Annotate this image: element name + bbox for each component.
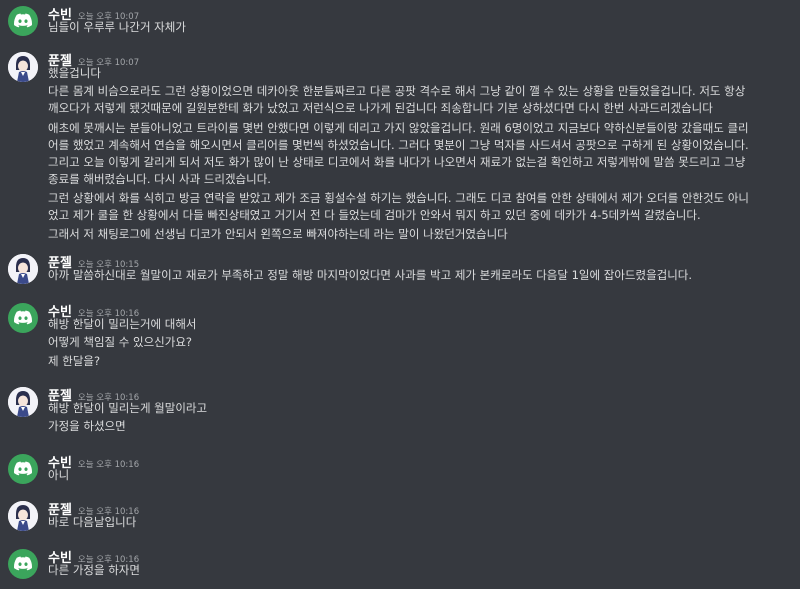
message-text: 애초에 못깨시는 분들아니었고 트라이를 몇번 안했다면 이렇게 데리고 가지 … <box>48 121 749 135</box>
discord-icon[interactable] <box>8 6 38 36</box>
anime-avatar[interactable] <box>8 501 38 531</box>
message-text: 가정을 하셨으면 <box>48 419 126 433</box>
message-text: 아니 <box>48 468 70 482</box>
message-text: 다른 몸계 비슴으로라도 그런 상황이었으면 데카아웃 한분들짜르고 다른 공팟… <box>48 84 746 98</box>
message-text: 아까 말씀하신대로 월말이고 재료가 부족하고 정말 해방 마지막이었다면 사과… <box>48 268 693 282</box>
message-text: 어떻게 책임질 수 있으신가요? <box>48 335 193 349</box>
message-text: 바로 다음날입니다 <box>48 515 137 529</box>
message-text: 종료를 해버렸습니다. 다시 사과 드리겠습니다. <box>48 172 271 186</box>
message-text: 제 한달을? <box>48 354 101 368</box>
anime-avatar[interactable] <box>8 387 38 417</box>
message-text: 해방 한달이 밀리는게 월말이라고 <box>48 401 208 415</box>
discord-icon[interactable] <box>8 549 38 579</box>
message-text: 었고 제가 쿨을 한 상황에서 다들 빠진상태였고 거기서 전 다 들었는데 검… <box>48 208 701 222</box>
message-text: 어를 했었고 계속해서 연습을 해오시면서 클리어를 몇번씩 하셨었습니다. 그… <box>48 138 749 152</box>
message-text: 님들이 우루루 나간거 자체가 <box>48 20 186 34</box>
message-text: 그런 상황에서 화를 식히고 방금 연락을 받았고 제가 조금 횡설수설 하기는… <box>48 191 749 205</box>
chat-log: 수빈 오늘 오후 10:07 님들이 우루루 나간거 자체가 푼젤 오늘 오후 10… <box>0 0 800 589</box>
message-text: 깨오다가 저렇게 됐것때문에 길원분한테 화가 났었고 저런식으로 나가게 된겁… <box>48 101 713 115</box>
message-text: 해방 한달이 밀리는거에 대해서 <box>48 317 197 331</box>
anime-avatar[interactable] <box>8 52 38 82</box>
discord-icon[interactable] <box>8 303 38 333</box>
message-text: 했을겁니다 <box>48 66 101 80</box>
message-text: 그리고 오늘 이렇게 갈리게 되서 저도 화가 많이 난 상태로 디코에서 화를… <box>48 155 746 169</box>
message-text: 다른 가정을 하자면 <box>48 563 140 577</box>
discord-icon[interactable] <box>8 454 38 484</box>
message-text: 그래서 저 채팅로그에 선생님 디코가 안되서 왼쪽으로 빠져야하는데 라는 말… <box>48 227 508 241</box>
anime-avatar[interactable] <box>8 254 38 284</box>
